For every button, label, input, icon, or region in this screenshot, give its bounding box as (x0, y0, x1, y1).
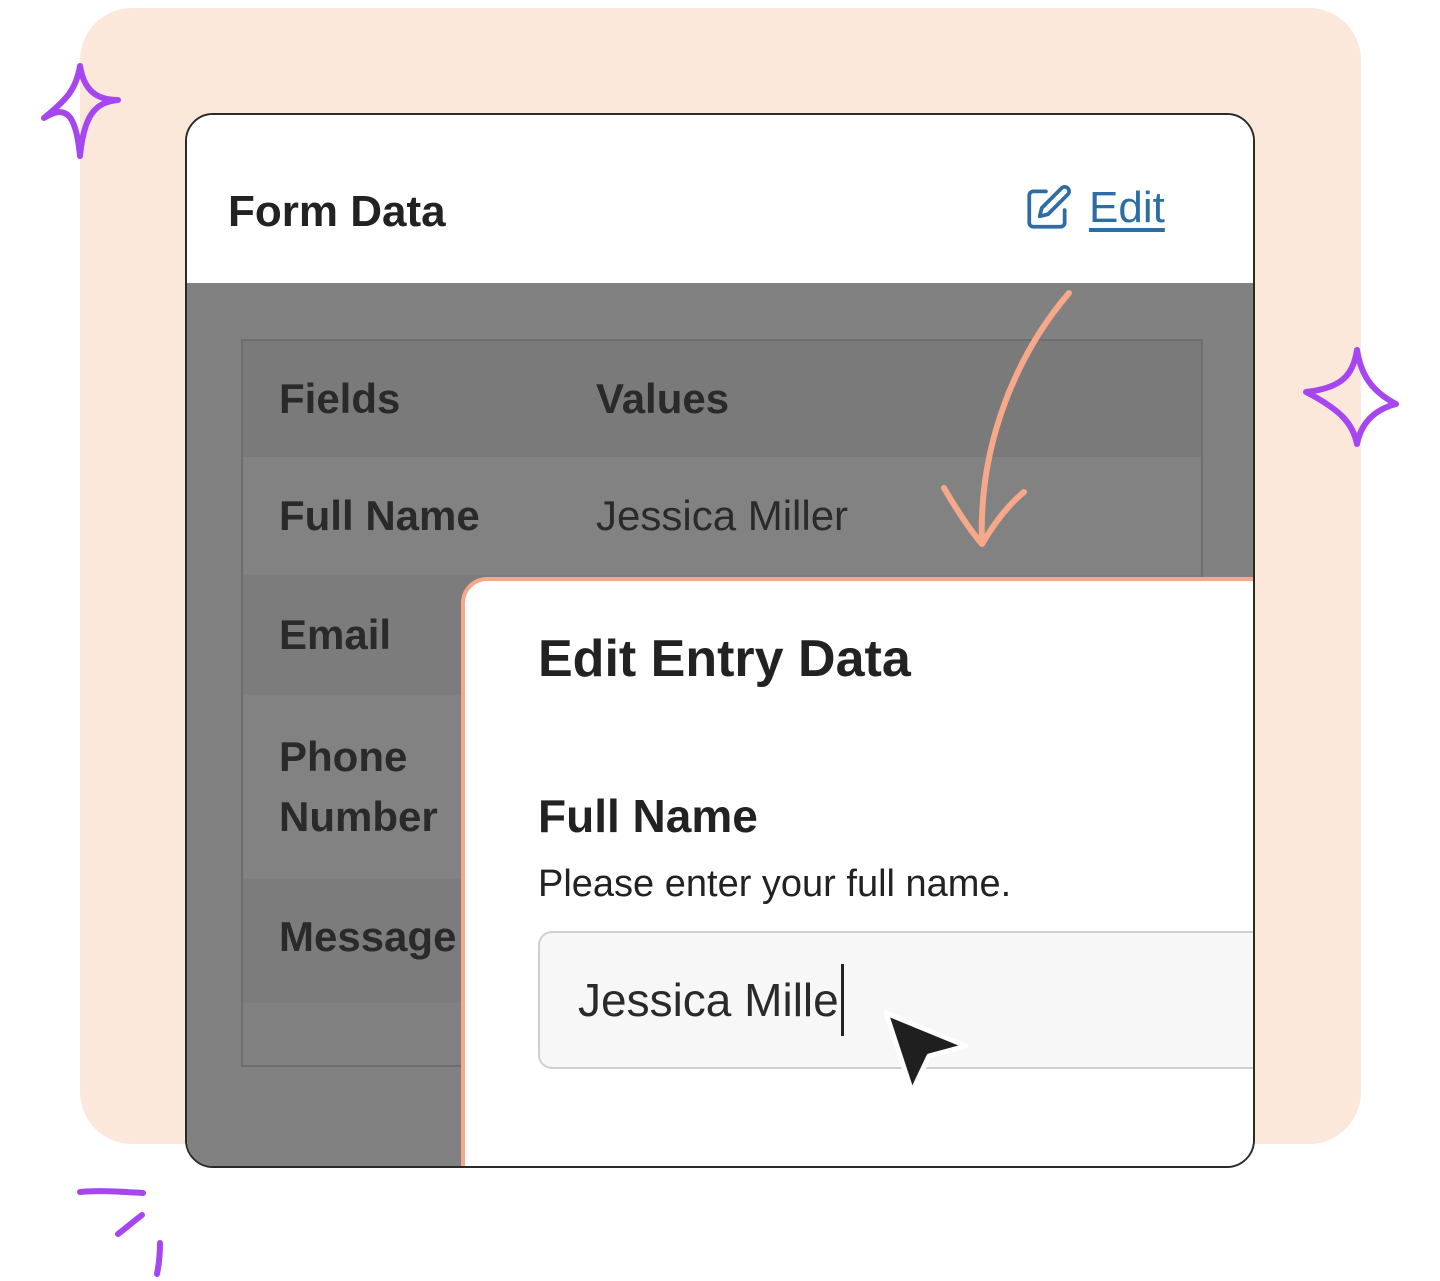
row-field-label: Email (279, 611, 392, 658)
text-caret (840, 964, 844, 1036)
row-field-value: Jessica Miller (596, 492, 849, 539)
full-name-label: Full Name (538, 790, 758, 842)
form-data-card: Form Data Edit Fields Values Full Name J… (185, 113, 1255, 1168)
edit-link-label[interactable]: Edit (1089, 183, 1165, 233)
modal-title: Edit Entry Data (538, 630, 911, 688)
full-name-help-text: Please enter your full name. (538, 863, 1012, 905)
row-field-label: Message (279, 913, 457, 960)
full-name-input-value: Jessica Mille (578, 974, 839, 1026)
edit-entry-modal: Edit Entry Data Full Name Please enter y… (461, 577, 1253, 1166)
table-row: Full Name Jessica Miller (243, 457, 1201, 575)
header-fields: Fields (279, 375, 401, 422)
overlay-backdrop: Fields Values Full Name Jessica Miller E… (187, 283, 1253, 1166)
card-title: Form Data (228, 187, 446, 236)
card-header: Form Data Edit (187, 115, 1253, 284)
row-field-label: Phone Number (279, 733, 438, 840)
row-field-label: Full Name (279, 492, 480, 539)
doodle-marks (77, 1188, 163, 1277)
edit-link[interactable]: Edit (1023, 183, 1165, 233)
edit-pencil-icon (1027, 185, 1071, 229)
full-name-input[interactable]: Jessica Mille (538, 931, 1253, 1069)
header-values: Values (596, 375, 730, 422)
table-header-row: Fields Values (243, 341, 1201, 457)
